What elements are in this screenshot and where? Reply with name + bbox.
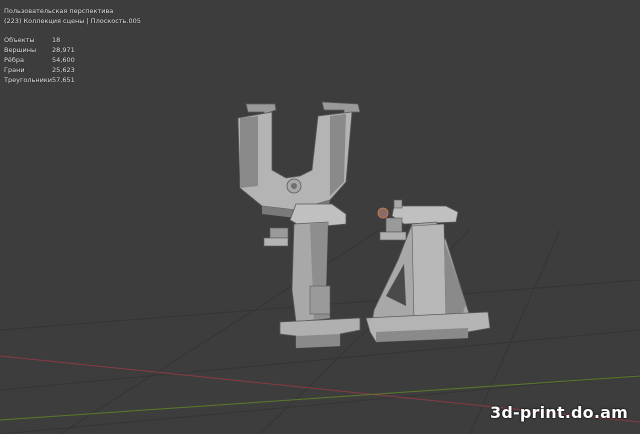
- stat-label: Треугольники: [4, 76, 52, 84]
- collection-line: (223) Коллекция сцены | Плоскость.005: [4, 17, 141, 25]
- stat-label: Рёбра: [4, 56, 25, 64]
- stat-value: 18: [52, 36, 61, 44]
- stat-row-objects: Объекты 18: [4, 35, 75, 45]
- stat-value: 28,971: [52, 46, 75, 54]
- site-watermark: 3d-print.do.am: [490, 403, 628, 422]
- 3d-viewport[interactable]: Пользовательская перспектива (223) Колле…: [0, 0, 640, 434]
- stat-row-edges: Рёбра 54,600: [4, 55, 75, 65]
- stat-label: Грани: [4, 66, 25, 74]
- stat-label: Объекты: [4, 36, 35, 44]
- stat-label: Вершины: [4, 46, 37, 54]
- stat-row-vertices: Вершины 28,971: [4, 45, 75, 55]
- stat-value: 25,623: [52, 66, 75, 74]
- model-stand[interactable]: [365, 199, 491, 343]
- scene-statistics: Объекты 18 Вершины 28,971 Рёбра 54,600 Г…: [4, 35, 75, 85]
- viewport-info-overlay: Пользовательская перспектива (223) Колле…: [4, 6, 141, 85]
- stat-row-triangles: Треугольники 57,651: [4, 75, 75, 85]
- model-phone-clamp[interactable]: [237, 101, 361, 349]
- view-name: Пользовательская перспектива: [4, 7, 114, 15]
- stat-row-faces: Грани 25,623: [4, 65, 75, 75]
- stat-value: 54,600: [52, 56, 75, 64]
- stat-value: 57,651: [52, 76, 75, 84]
